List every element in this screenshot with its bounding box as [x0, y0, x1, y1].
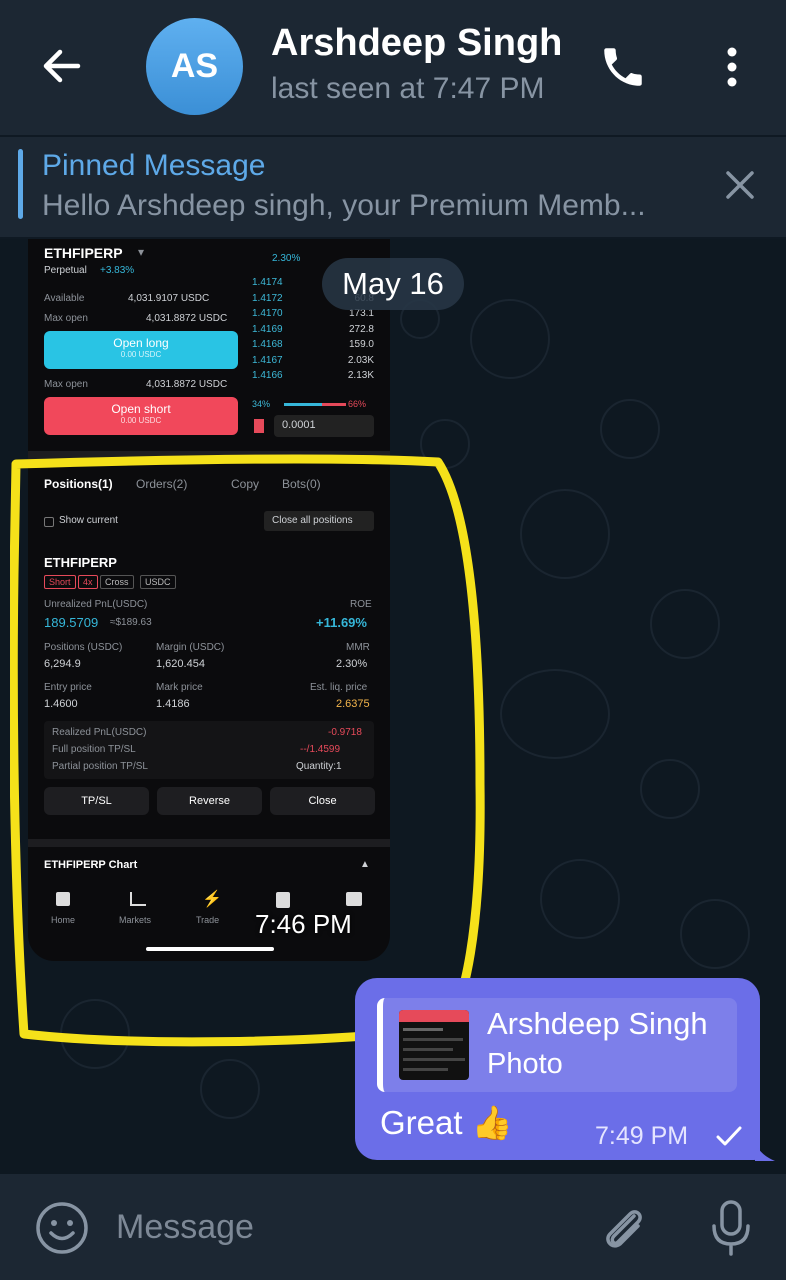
message-input[interactable]	[116, 1202, 556, 1252]
chat-header: AS Arshdeep Singh last seen at 7:47 PM	[0, 0, 786, 135]
orderbook-size: 272.8	[348, 323, 374, 335]
screenshot-maxopen-value-2: 4,031.8872 USDC	[146, 379, 228, 390]
screenshot-sell-pct: 66%	[348, 399, 367, 409]
orderbook-size: 2.03K	[347, 354, 374, 366]
screenshot-available-label: Available	[44, 293, 85, 304]
background-doodle	[640, 759, 700, 819]
orderbook-size: 159.0	[348, 339, 374, 350]
screenshot-perpetual: Perpetual	[44, 265, 87, 276]
background-doodle	[470, 299, 550, 379]
screenshot-available-value: 4,031.9107 USDC	[128, 293, 210, 304]
orderbook-price: 1.4168	[252, 339, 283, 350]
screenshot-symbol: ETHFIPERP	[44, 245, 123, 261]
pinned-indicator	[18, 149, 23, 219]
pinned-text: Hello Arshdeep singh, your Premium Memb.…	[42, 189, 646, 222]
check-icon	[716, 1126, 742, 1146]
screenshot-tick-select: 0.0001	[274, 415, 374, 437]
photo-timestamp: 7:46 PM	[255, 909, 352, 939]
paperclip-icon[interactable]	[596, 1200, 652, 1256]
phone-icon[interactable]	[598, 42, 648, 92]
bubble-tail	[755, 1143, 775, 1161]
reply-thumbnail	[399, 1010, 469, 1080]
more-vertical-icon[interactable]	[716, 42, 748, 92]
avatar[interactable]: AS	[146, 18, 243, 115]
pinned-message-bar[interactable]: Pinned Message Hello Arshdeep singh, you…	[0, 137, 786, 237]
message-input-bar	[0, 1174, 786, 1280]
orderbook-price: 1.4172	[252, 292, 283, 304]
orderbook-price: 1.4166	[252, 370, 283, 381]
background-doodle	[540, 859, 620, 939]
orderbook-price: 1.4169	[252, 323, 283, 335]
message-text: Great 👍	[380, 1104, 513, 1141]
screenshot-sell-bar	[322, 403, 346, 406]
microphone-icon[interactable]	[706, 1198, 756, 1258]
reply-preview[interactable]: Arshdeep Singh Photo	[377, 998, 737, 1092]
reply-type: Photo	[487, 1048, 563, 1080]
close-icon[interactable]	[722, 167, 758, 203]
message-time: 7:49 PM	[595, 1122, 689, 1150]
background-doodle	[500, 669, 610, 759]
orderbook-price: 1.4174	[252, 277, 283, 288]
chevron-down-icon: ▾	[138, 245, 145, 259]
outgoing-message-bubble[interactable]: Arshdeep Singh Photo Great 👍 7:49 PM	[355, 978, 760, 1160]
reply-author: Arshdeep Singh	[487, 1006, 708, 1041]
highlight-circle	[10, 454, 485, 1047]
background-doodle	[650, 589, 720, 659]
date-separator: May 16	[322, 258, 464, 310]
background-doodle	[680, 899, 750, 969]
screenshot-gauge: 2.30%	[272, 253, 301, 264]
last-seen-status: last seen at 7:47 PM	[271, 72, 545, 105]
screenshot-buy-pct: 34%	[252, 399, 271, 409]
pinned-title: Pinned Message	[42, 149, 266, 182]
screenshot-maxopen-value: 4,031.8872 USDC	[146, 313, 228, 324]
orderbook-price: 1.4170	[252, 308, 283, 319]
back-arrow-icon[interactable]	[38, 42, 86, 90]
screenshot-book-icon	[254, 419, 264, 433]
screenshot-open-long-button: Open long 0.00 USDC	[44, 331, 238, 369]
screenshot-open-short-button: Open short 0.00 USDC	[44, 397, 238, 435]
background-doodle	[520, 489, 610, 579]
screenshot-maxopen-label-2: Max open	[44, 379, 88, 390]
background-doodle	[600, 399, 660, 459]
screenshot-maxopen-label: Max open	[44, 313, 88, 324]
contact-name[interactable]: Arshdeep Singh	[271, 22, 571, 65]
orderbook-price: 1.4167	[252, 354, 283, 366]
emoji-icon[interactable]	[34, 1200, 90, 1256]
screenshot-change: +3.83%	[100, 265, 135, 276]
orderbook-size: 2.13K	[347, 370, 374, 381]
chat-area[interactable]: ETHFIPERP ▾ Perpetual +3.83% 2.30% Avail…	[0, 239, 786, 1174]
screenshot-buy-bar	[284, 403, 322, 406]
background-doodle	[200, 1059, 260, 1119]
